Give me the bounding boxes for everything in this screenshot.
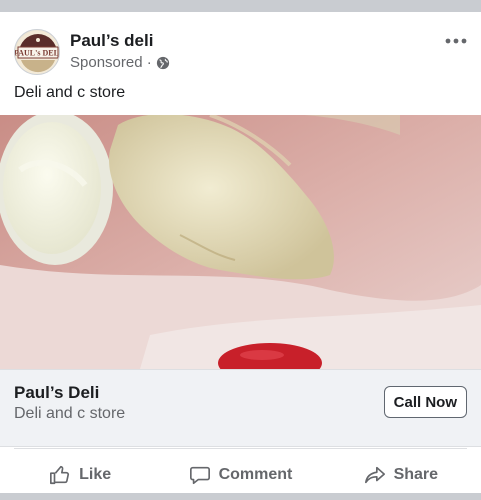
post-meta: Sponsored · xyxy=(70,54,170,71)
sponsored-post-card: PAUL's DELI Paul’s deli Sponsored · Deli… xyxy=(0,12,481,493)
post-actions-bar: Like Comment Share xyxy=(0,456,481,494)
link-description: Deli and c store xyxy=(14,405,126,422)
feed-separator-bottom xyxy=(0,493,481,500)
link-title: Paul’s Deli xyxy=(14,383,100,402)
share-label: Share xyxy=(393,466,439,483)
share-arrow-icon xyxy=(364,466,385,484)
food-photo-image xyxy=(0,115,481,369)
globe-icon xyxy=(156,56,169,69)
svg-text:PAUL's DELI: PAUL's DELI xyxy=(15,49,60,58)
call-now-button[interactable]: Call Now xyxy=(383,386,467,418)
comment-label: Comment xyxy=(218,466,293,483)
ad-photo[interactable] xyxy=(0,115,481,369)
link-preview[interactable]: Paul’s Deli Deli and c store Call Now xyxy=(0,369,481,447)
post-body-text: Deli and c store xyxy=(14,84,126,101)
page-avatar[interactable]: PAUL's DELI xyxy=(14,29,60,75)
comment-bubble-icon xyxy=(189,466,210,485)
share-button[interactable]: Share xyxy=(321,456,481,494)
sponsored-label[interactable]: Sponsored · xyxy=(70,54,152,71)
comment-button[interactable]: Comment xyxy=(160,456,320,494)
thumbs-up-icon xyxy=(50,465,70,485)
page-name-link[interactable]: Paul’s deli xyxy=(70,31,153,51)
actions-divider xyxy=(14,448,467,449)
like-label: Like xyxy=(79,466,112,483)
pauls-deli-logo: PAUL's DELI xyxy=(15,31,60,74)
more-options-icon[interactable] xyxy=(445,34,467,48)
like-button[interactable]: Like xyxy=(0,456,160,494)
feed-separator-top xyxy=(0,0,481,12)
